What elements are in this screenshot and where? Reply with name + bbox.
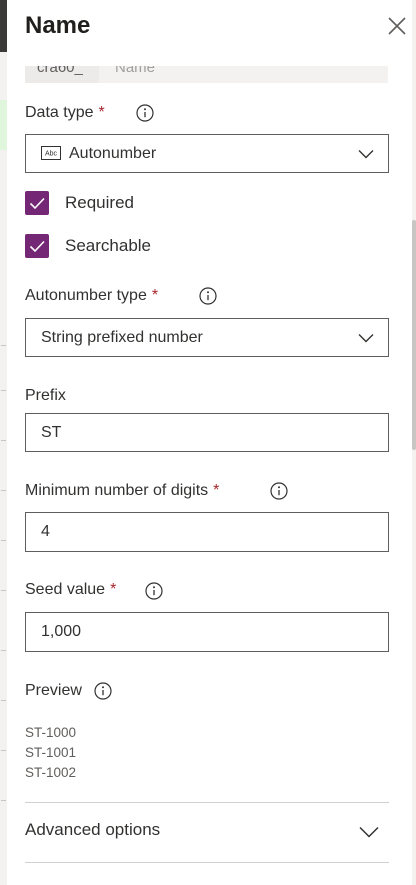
data-type-dropdown[interactable]: Abc Autonumber — [25, 134, 389, 173]
info-icon[interactable] — [94, 682, 112, 700]
panel-title: Name — [25, 12, 91, 39]
required-checkbox-label: Required — [65, 193, 134, 212]
autonumber-type-dropdown[interactable]: String prefixed number — [25, 318, 389, 357]
background-divider — [1, 590, 6, 591]
seed-value-input[interactable]: 1,000 — [25, 612, 389, 652]
background-header-strip — [0, 0, 7, 52]
background-divider — [1, 700, 6, 701]
close-icon[interactable] — [387, 16, 407, 36]
background-divider — [1, 540, 6, 541]
background-highlight-strip — [0, 100, 7, 150]
required-marker: * — [151, 287, 159, 304]
autonumber-type-value: String prefixed number — [41, 328, 203, 346]
prefix-value: ST — [41, 423, 62, 441]
text-abc-icon: Abc — [41, 146, 61, 160]
background-divider — [1, 345, 6, 346]
name-field[interactable]: cra60_ Name — [25, 66, 388, 83]
background-divider — [1, 490, 6, 491]
background-divider — [1, 650, 6, 651]
preview-line: ST-1002 — [25, 765, 77, 780]
seed-value-label-text: Seed value — [25, 581, 106, 598]
min-digits-value: 4 — [41, 523, 50, 540]
divider — [25, 862, 389, 863]
background-divider — [1, 390, 6, 391]
name-input[interactable]: Name — [99, 66, 388, 83]
background-divider — [1, 440, 6, 441]
min-digits-label: Minimum number of digits * — [25, 482, 219, 500]
scrollbar-thumb[interactable] — [412, 220, 416, 450]
advanced-options-label[interactable]: Advanced options — [25, 820, 160, 840]
preview-line: ST-1001 — [25, 745, 77, 760]
chevron-down-icon[interactable] — [359, 826, 379, 838]
name-prefix: cra60_ — [25, 66, 99, 83]
info-icon[interactable] — [145, 582, 163, 600]
info-icon[interactable] — [136, 104, 154, 122]
data-type-value: Autonumber — [69, 144, 157, 162]
required-marker: * — [213, 482, 220, 499]
side-panel: Name cra60_ Name Data type * Abc Autonumb… — [7, 0, 412, 885]
searchable-checkbox-label: Searchable — [65, 236, 152, 255]
preview-label: Preview — [25, 682, 82, 699]
min-digits-input[interactable]: 4 — [25, 512, 389, 552]
seed-value-label: Seed value * — [25, 581, 116, 599]
autonumber-type-label-text: Autonumber type — [25, 287, 147, 304]
required-checkbox[interactable] — [25, 191, 49, 215]
data-type-label-text: Data type — [25, 104, 94, 121]
divider — [25, 802, 389, 803]
preview-line: ST-1000 — [25, 725, 77, 740]
autonumber-type-label: Autonumber type * — [25, 287, 158, 305]
prefix-input[interactable]: ST — [25, 413, 389, 452]
checkmark-icon — [29, 240, 45, 253]
searchable-checkbox[interactable] — [25, 234, 49, 258]
prefix-label: Prefix — [25, 387, 66, 404]
seed-value-value: 1,000 — [41, 623, 82, 640]
info-icon[interactable] — [199, 287, 217, 305]
background-divider — [1, 750, 6, 751]
data-type-label: Data type * — [25, 104, 105, 122]
svg-text:Abc: Abc — [45, 151, 58, 158]
info-icon[interactable] — [270, 482, 288, 500]
checkmark-icon — [29, 197, 45, 210]
background-divider — [1, 800, 6, 801]
min-digits-label-text: Minimum number of digits — [25, 482, 209, 499]
chevron-down-icon — [358, 333, 374, 342]
required-marker: * — [110, 581, 117, 598]
required-marker: * — [98, 104, 105, 121]
chevron-down-icon — [358, 149, 374, 158]
